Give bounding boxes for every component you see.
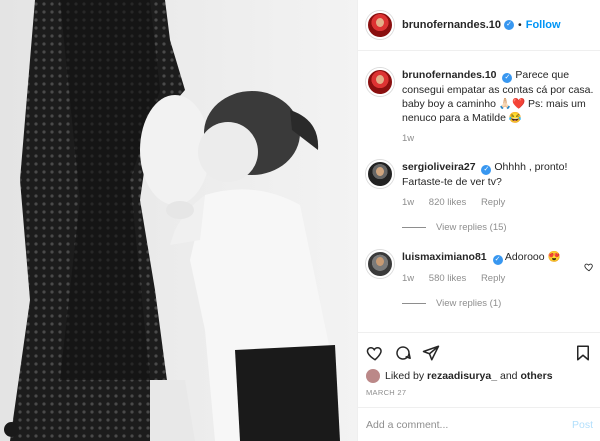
reply-button[interactable]: Reply — [481, 197, 505, 208]
comment-body: luismaximiano81 ✓ Adorooo 😍 — [402, 250, 594, 265]
share-icon[interactable] — [422, 344, 440, 362]
view-replies-button[interactable]: View replies (15) — [402, 222, 594, 233]
caption-body: brunofernandes.10 ✓ Parece que consegui … — [402, 68, 594, 125]
bookmark-icon[interactable] — [574, 344, 592, 362]
post-date[interactable]: MARCH 27 — [366, 388, 406, 397]
liked-by-middle: and — [500, 370, 518, 382]
comment-likes[interactable]: 820 likes — [429, 197, 467, 208]
view-replies-label: View replies (15) — [436, 222, 507, 233]
verified-icon: ✓ — [504, 20, 515, 30]
liker-avatar[interactable] — [366, 369, 380, 383]
photo-illustration — [0, 0, 357, 441]
post-header: brunofernandes.10 ✓ • Follow — [358, 0, 600, 51]
commenter-avatar[interactable] — [366, 250, 394, 278]
caption-meta: 1w — [402, 133, 594, 144]
caption-entry: brunofernandes.10 ✓ Parece que consegui … — [366, 68, 594, 144]
view-replies-button[interactable]: View replies (1) — [402, 298, 594, 309]
follow-button[interactable]: Follow — [526, 19, 561, 31]
commenter-username[interactable]: sergioliveira27 — [402, 161, 476, 173]
verified-icon: ✓ — [481, 165, 492, 175]
add-comment-bar: Post — [358, 407, 600, 441]
heart-icon[interactable] — [366, 344, 384, 362]
comment-time[interactable]: 1w — [402, 197, 414, 208]
comment-item: sergioliveira27 ✓ Ohhhh , pronto! Fartas… — [366, 160, 594, 233]
caption-time[interactable]: 1w — [402, 133, 414, 144]
caption-avatar[interactable] — [366, 68, 394, 96]
comment-item: luismaximiano81 ✓ Adorooo 😍 1w 580 likes… — [366, 250, 594, 309]
liked-by-prefix: Liked by — [385, 370, 425, 382]
reply-button[interactable]: Reply — [481, 273, 505, 284]
comment-body: sergioliveira27 ✓ Ohhhh , pronto! Fartas… — [402, 160, 594, 189]
post-photo[interactable] — [0, 0, 357, 441]
liker-username[interactable]: rezaadisurya_ — [427, 370, 497, 382]
commenter-avatar[interactable] — [366, 160, 394, 188]
post-side-panel: brunofernandes.10 ✓ • Follow brunofernan… — [357, 0, 600, 441]
replies-divider — [402, 227, 426, 228]
verified-icon: ✓ — [502, 73, 513, 83]
comment-meta: 1w 820 likes Reply — [402, 197, 594, 208]
post-button[interactable]: Post — [572, 419, 593, 431]
comment-icon[interactable] — [394, 344, 412, 362]
verified-icon: ✓ — [492, 255, 503, 265]
comment-input[interactable] — [366, 418, 572, 431]
header-separator: • — [518, 19, 522, 31]
heart-small-icon[interactable] — [584, 262, 594, 272]
caption-username[interactable]: brunofernandes.10 — [402, 69, 497, 81]
view-replies-label: View replies (1) — [436, 298, 502, 309]
comments-feed[interactable]: brunofernandes.10 ✓ Parece que consegui … — [358, 58, 600, 332]
photo-corner-logo — [4, 422, 19, 437]
comment-text: Adorooo 😍 — [504, 251, 561, 263]
likes-others-link[interactable]: others — [520, 370, 552, 382]
author-avatar[interactable] — [366, 11, 394, 39]
comment-meta: 1w 580 likes Reply — [402, 273, 594, 284]
replies-divider — [402, 303, 426, 304]
liked-by-row: Liked by rezaadisurya_ and others — [366, 369, 553, 383]
comment-time[interactable]: 1w — [402, 273, 414, 284]
comment-likes[interactable]: 580 likes — [429, 273, 467, 284]
author-username[interactable]: brunofernandes.10 — [402, 19, 501, 31]
commenter-username[interactable]: luismaximiano81 — [402, 251, 487, 263]
